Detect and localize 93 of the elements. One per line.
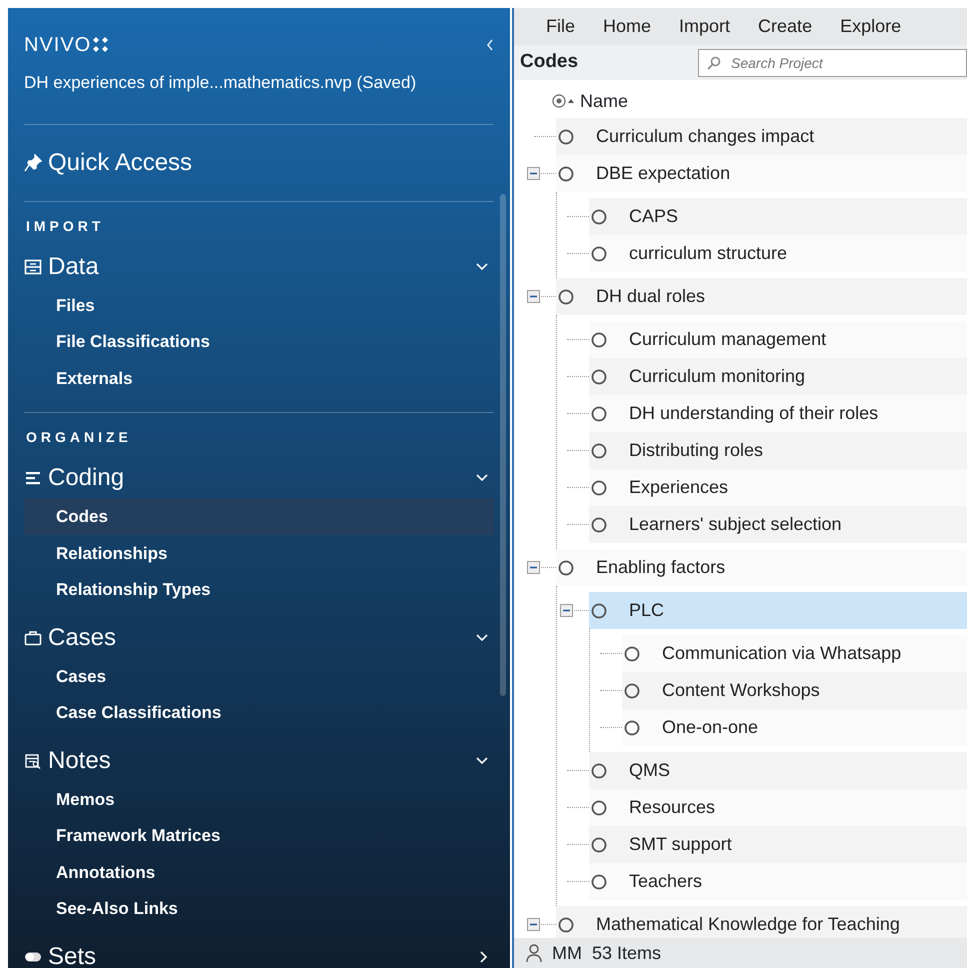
- circle-icon: [591, 800, 607, 816]
- circle-icon: [558, 916, 574, 932]
- tree-item[interactable]: CAPS: [589, 198, 967, 235]
- circle-icon: [591, 332, 607, 348]
- collapse-toggle[interactable]: [527, 167, 540, 180]
- logo-text: NVIVO: [24, 33, 92, 58]
- circle-icon: [591, 208, 607, 224]
- collapse-toggle[interactable]: [527, 561, 540, 574]
- collapse-toggle[interactable]: [527, 290, 540, 303]
- tree-item[interactable]: DH dual roles: [556, 278, 967, 315]
- tree-item[interactable]: Learners' subject selection: [589, 506, 967, 543]
- tree-item[interactable]: Content Workshops: [622, 672, 967, 709]
- project-title: DH experiences of imple...mathematics.nvp (Saved): [24, 72, 418, 94]
- circle-icon: [558, 560, 574, 576]
- tree-item[interactable]: Mathematical Knowledge for Teaching: [556, 906, 967, 938]
- ribbon-tab[interactable]: File: [532, 13, 590, 40]
- minus-icon: [530, 293, 537, 300]
- tree-item[interactable]: QMS: [589, 752, 967, 789]
- tree-item[interactable]: Resources: [589, 789, 967, 826]
- lines-icon: [24, 469, 42, 487]
- quick-access-link[interactable]: Quick Access: [24, 136, 192, 188]
- minus-icon: [563, 607, 570, 614]
- data-icon: [24, 258, 42, 276]
- user-icon: [526, 944, 542, 962]
- circle-icon: [624, 646, 640, 662]
- tree-item[interactable]: Distributing roles: [589, 432, 967, 469]
- circle-icon: [591, 406, 607, 422]
- nav-item[interactable]: Memos: [24, 780, 494, 817]
- user-initials: MM: [552, 942, 582, 964]
- tree-item[interactable]: DBE expectation: [556, 155, 967, 192]
- circle-icon: [591, 516, 607, 532]
- tree-item[interactable]: curriculum structure: [589, 235, 967, 272]
- nav-item[interactable]: Codes: [24, 498, 494, 534]
- section-heading: IMPORT: [26, 216, 106, 236]
- tree-item[interactable]: Communication via Whatsapp: [622, 635, 967, 672]
- notes-icon: [24, 752, 42, 770]
- collapse-toggle[interactable]: [527, 918, 540, 931]
- tree-item[interactable]: Teachers: [589, 863, 967, 900]
- tree-item[interactable]: SMT support: [589, 826, 967, 863]
- nav-item[interactable]: Externals: [24, 360, 494, 396]
- tree-item[interactable]: Enabling factors: [556, 549, 967, 586]
- tree-item[interactable]: DH understanding of their roles: [589, 395, 967, 432]
- circle-icon: [591, 762, 607, 778]
- nav-item[interactable]: Relationship Types: [24, 571, 494, 608]
- circle-icon: [624, 720, 640, 736]
- sort-icon: [552, 94, 576, 108]
- circle-icon: [591, 602, 607, 618]
- column-header[interactable]: Name: [580, 88, 628, 114]
- item-count: 53 Items: [592, 942, 662, 964]
- nav-group-header[interactable]: Coding: [24, 458, 494, 498]
- nav-group-header[interactable]: Notes: [24, 740, 494, 780]
- collapse-toggle[interactable]: [560, 604, 573, 617]
- circle-icon: [591, 480, 607, 496]
- ribbon-tab[interactable]: Import: [665, 13, 744, 40]
- tree-item[interactable]: Curriculum management: [589, 321, 967, 358]
- chevron-left-icon: [486, 38, 494, 51]
- scrollbar-thumb[interactable]: [500, 194, 506, 696]
- view-title: Codes: [520, 50, 580, 74]
- minus-icon: [530, 921, 537, 928]
- circle-icon: [624, 682, 640, 698]
- circle-icon: [591, 836, 607, 852]
- nav-group-header[interactable]: Sets: [24, 936, 494, 968]
- minus-icon: [530, 564, 537, 571]
- circle-icon: [558, 288, 574, 304]
- nav-item[interactable]: File Classifications: [24, 323, 494, 360]
- nav-item[interactable]: Files: [24, 286, 494, 323]
- circle-icon: [558, 166, 574, 182]
- search-field[interactable]: Search Project: [698, 48, 967, 76]
- tree-item[interactable]: PLC: [589, 592, 967, 629]
- nav-item[interactable]: Cases: [24, 658, 494, 694]
- section-heading: ORGANIZE: [26, 428, 133, 447]
- tree-item[interactable]: One-on-one: [622, 709, 967, 746]
- pin-icon: [24, 154, 42, 172]
- briefcase-icon: [24, 628, 42, 646]
- nav-item[interactable]: Relationships: [24, 534, 494, 571]
- ribbon-tab[interactable]: Explore: [826, 13, 916, 40]
- circle-icon: [591, 442, 607, 458]
- nav-item[interactable]: Framework Matrices: [24, 817, 494, 854]
- nav-item[interactable]: Annotations: [24, 854, 494, 890]
- minus-icon: [530, 170, 537, 177]
- nav-item[interactable]: Case Classifications: [24, 694, 494, 730]
- circle-icon: [558, 128, 574, 144]
- circle-icon: [591, 874, 607, 890]
- circle-icon: [591, 246, 607, 262]
- nav-group-header[interactable]: Data: [24, 246, 494, 286]
- tree-item[interactable]: Curriculum changes impact: [556, 118, 967, 155]
- tree-item[interactable]: Curriculum monitoring: [589, 358, 967, 395]
- circle-icon: [591, 368, 607, 384]
- ribbon-tab[interactable]: Create: [744, 13, 826, 40]
- nav-item[interactable]: See-Also Links: [24, 890, 494, 926]
- nav-group-header[interactable]: Cases: [24, 618, 494, 658]
- tree-item[interactable]: Experiences: [589, 469, 967, 506]
- ribbon-tab[interactable]: Home: [589, 13, 666, 40]
